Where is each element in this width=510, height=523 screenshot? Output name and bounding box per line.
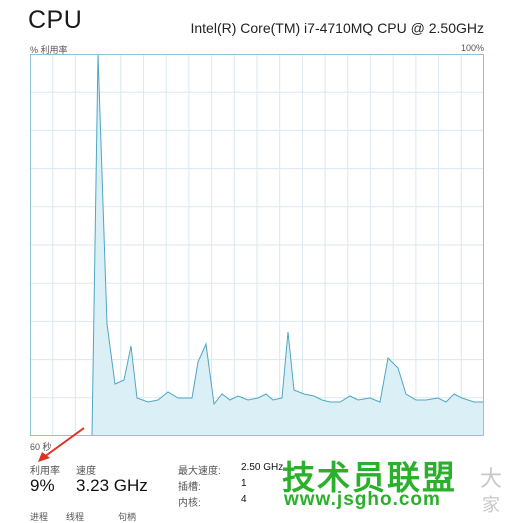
cores-label: 内核: (178, 498, 201, 509)
handles-label: 句柄 (118, 512, 137, 522)
sockets-value: 1 (241, 478, 247, 489)
max-speed-label: 最大速度: (178, 466, 221, 477)
utilization-value: 9% (30, 476, 55, 495)
watermark-side-char-1: 大 (480, 466, 503, 491)
utilization-label: 利用率 (30, 466, 60, 477)
cpu-model-name: Intel(R) Core(TM) i7-4710MQ CPU @ 2.50GH… (190, 20, 484, 36)
speed-label: 速度 (76, 466, 96, 477)
graph-y-max-label: 100% (460, 43, 484, 53)
watermark: 技术员联盟 www.jsgho.com 大 家 (282, 451, 510, 518)
red-arrow-annotation (38, 427, 85, 462)
max-speed-value: 2.50 GHz (241, 462, 284, 473)
watermark-side-char-2: 家 (482, 495, 500, 515)
cpu-utilization-graph (30, 54, 484, 436)
title: CPU (28, 6, 83, 34)
cores-value: 4 (241, 494, 247, 505)
speed-value: 3.23 GHz (76, 476, 148, 495)
threads-label: 线程 (66, 512, 85, 522)
watermark-url: www.jsgho.com (284, 489, 441, 510)
processes-label: 进程 (30, 512, 49, 522)
sockets-label: 插槽: (178, 482, 201, 493)
